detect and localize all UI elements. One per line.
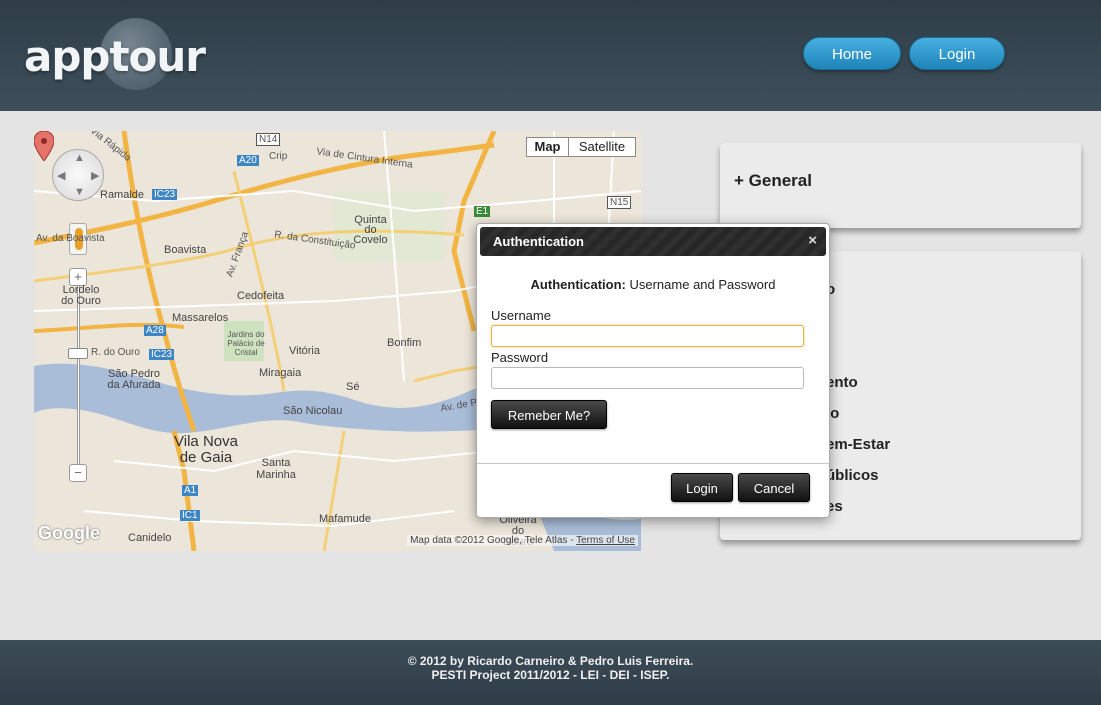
- cancel-button[interactable]: Cancel: [738, 473, 810, 502]
- authentication-dialog: Authentication × Authentication: Usernam…: [476, 223, 830, 518]
- dialog-subtitle-rest: Username and Password: [625, 277, 776, 292]
- dialog-subtitle-bold: Authentication:: [530, 277, 626, 292]
- map-label: Boavista: [164, 244, 207, 256]
- map-label: Miragaia: [259, 367, 302, 379]
- remember-me-button[interactable]: Remeber Me?: [491, 400, 607, 429]
- map-label: São Pedro da Afurada: [107, 368, 161, 391]
- pan-down-icon[interactable]: ▼: [74, 186, 85, 198]
- map-label: E1: [474, 206, 491, 217]
- nav-login-button[interactable]: Login: [909, 37, 1005, 70]
- map-label: A1: [182, 485, 199, 496]
- category-item[interactable]: ento: [826, 374, 858, 391]
- map-label: A20: [237, 155, 259, 166]
- map-attribution: Map data ©2012 Google, Tele Atlas - Term…: [407, 535, 638, 546]
- category-item[interactable]: em-Estar: [826, 436, 890, 453]
- map-label: Cedofeita: [237, 290, 285, 302]
- general-panel-title[interactable]: + General: [734, 171, 812, 191]
- general-panel[interactable]: + General: [720, 143, 1081, 228]
- username-label: Username: [491, 308, 551, 323]
- terms-of-use-link[interactable]: Terms of Use: [576, 535, 635, 546]
- footer-copyright: © 2012 by Ricardo Carneiro & Pedro Luis …: [407, 654, 694, 668]
- pan-left-icon[interactable]: ◀: [57, 169, 65, 182]
- attribution-text: Map data ©2012 Google, Tele Atlas -: [410, 535, 577, 546]
- category-item[interactable]: úblicos: [826, 467, 879, 484]
- zoom-out-button[interactable]: −: [69, 464, 87, 482]
- map-label: Mafamude: [319, 513, 371, 525]
- pan-right-icon[interactable]: ▶: [91, 169, 99, 182]
- map-label: Bonfim: [387, 337, 422, 349]
- satellite-view-button[interactable]: Satellite: [568, 137, 636, 157]
- map-label: Canidelo: [128, 532, 172, 544]
- dialog-subtitle: Authentication: Username and Password: [477, 277, 829, 292]
- location-marker-icon[interactable]: [34, 131, 54, 161]
- nav-home-button[interactable]: Home: [803, 37, 901, 70]
- password-label: Password: [491, 350, 549, 365]
- footer-project: PESTI Project 2011/2012 - LEI - DEI - IS…: [431, 668, 670, 682]
- map-label: Jardins do Palácio de Cristal: [227, 330, 265, 357]
- map-view-button[interactable]: Map: [526, 137, 569, 157]
- map-label: Massarelos: [172, 312, 229, 324]
- map-label: R. do Ouro: [91, 347, 140, 358]
- pan-up-icon[interactable]: ▲: [74, 152, 85, 164]
- map-label: Lordelo do Ouro: [61, 284, 101, 307]
- close-icon[interactable]: ×: [808, 232, 817, 249]
- map-label: N15: [607, 196, 632, 209]
- map-label: Santa Marinha: [256, 457, 296, 481]
- username-field[interactable]: [491, 325, 804, 347]
- google-logo: Google: [38, 523, 100, 543]
- pan-control-icon[interactable]: ▲ ▼ ◀ ▶: [52, 149, 104, 201]
- apptour-logo[interactable]: apptour: [22, 18, 206, 90]
- map-label: IC1: [180, 510, 200, 521]
- dialog-divider: [477, 463, 829, 464]
- login-button[interactable]: Login: [671, 473, 733, 502]
- map-label: Av. da Boavista: [36, 233, 105, 244]
- header-bar: apptour Home Login: [0, 0, 1101, 111]
- dialog-title: Authentication: [493, 234, 584, 249]
- map-label: A28: [144, 325, 166, 336]
- dialog-header[interactable]: Authentication ×: [480, 227, 826, 256]
- zoom-slider-thumb[interactable]: [68, 348, 88, 359]
- logo-text: apptour: [24, 32, 206, 81]
- footer: © 2012 by Ricardo Carneiro & Pedro Luis …: [0, 640, 1101, 705]
- map-label: IC23: [152, 189, 178, 200]
- map-label: Sé: [346, 381, 360, 393]
- map-label: IC23: [149, 349, 175, 360]
- map-label: Crip: [269, 151, 288, 162]
- map-label: Vitória: [289, 345, 320, 357]
- map-label: N14: [256, 133, 281, 146]
- map-label: Ramalde: [100, 189, 145, 201]
- password-field[interactable]: [491, 367, 804, 389]
- map-label: Vila Nova de Gaia: [174, 433, 238, 466]
- map-label: São Nicolau: [283, 405, 343, 417]
